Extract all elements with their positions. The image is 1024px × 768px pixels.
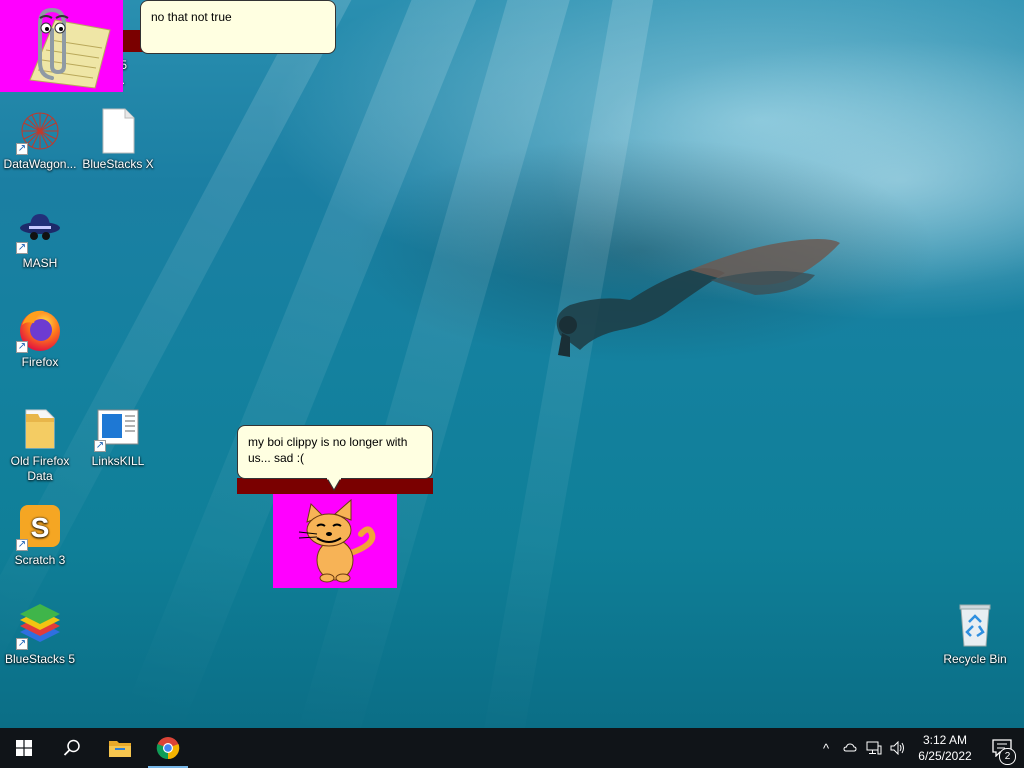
- cat-agent[interactable]: [273, 494, 397, 588]
- desktop-icon-firefox[interactable]: ↗ Firefox: [0, 305, 80, 370]
- diver-silhouette: [556, 239, 840, 357]
- network-icon: [866, 741, 882, 755]
- shortcut-arrow-icon: ↗: [16, 242, 28, 254]
- clock-time: 3:12 AM: [922, 733, 968, 747]
- cat-speech-bubble: my boi clippy is no longer with us... sa…: [237, 425, 433, 479]
- cat-bubble-tail: [326, 478, 342, 491]
- chevron-up-icon: ^: [822, 740, 830, 756]
- system-tray: ^ 3:12 AM 6/25/2022 2: [814, 728, 1024, 768]
- desktop-icon-label: LinksKILL: [91, 454, 145, 468]
- desktop-icon-label: DataWagon...: [3, 157, 77, 171]
- desktop-icon-label: MASH: [22, 256, 58, 270]
- clock-date: 6/25/2022: [918, 749, 972, 763]
- taskbar-chrome[interactable]: [144, 728, 192, 768]
- volume-button[interactable]: [886, 728, 910, 768]
- cloud-icon: [843, 743, 857, 752]
- network-button[interactable]: [862, 728, 886, 768]
- desktop-icon-bluestacks-x[interactable]: BlueStacks X: [78, 107, 158, 172]
- tray-overflow-button[interactable]: ^: [814, 728, 838, 768]
- clippy-speech-bubble: no that not true: [140, 0, 336, 54]
- scratch-icon: S ↗: [16, 503, 64, 551]
- bluestacks-icon: ↗: [16, 602, 64, 650]
- shortcut-arrow-icon: ↗: [16, 539, 28, 551]
- desktop-icon-recycle-bin[interactable]: Recycle Bin: [935, 602, 1015, 667]
- notification-count-badge: 2: [999, 748, 1016, 765]
- desktop-icon-label: BlueStacks X: [82, 157, 154, 171]
- clippy-speech-text: no that not true: [151, 10, 232, 24]
- shortcut-arrow-icon: ↗: [16, 341, 28, 353]
- desktop-icon-label: Recycle Bin: [943, 652, 1007, 666]
- file-explorer-icon: [109, 741, 131, 757]
- desktop[interactable]: cks 5 sta... no that not true: [0, 0, 1024, 728]
- tray-app-button[interactable]: [838, 728, 862, 768]
- taskbar-file-explorer[interactable]: [96, 728, 144, 768]
- desktop-icon-label: Scratch 3: [14, 553, 66, 567]
- desktop-icon-datawagon[interactable]: ↗ DataWagon...: [0, 107, 80, 172]
- chrome-icon: [156, 737, 180, 760]
- start-button[interactable]: [0, 728, 48, 768]
- clippy-agent[interactable]: [0, 0, 123, 92]
- clippy-icon: [29, 7, 111, 89]
- cat-speech-text: my boi clippy is no longer with us... sa…: [248, 435, 408, 465]
- desktop-icon-scratch-3[interactable]: S ↗ Scratch 3: [0, 503, 80, 568]
- volume-icon: [890, 741, 904, 755]
- mash-icon: ↗: [16, 206, 64, 254]
- shortcut-arrow-icon: ↗: [94, 440, 106, 452]
- recycle-bin-icon: [951, 602, 999, 650]
- shortcut-arrow-icon: ↗: [16, 638, 28, 650]
- firefox-icon: ↗: [16, 305, 64, 353]
- shortcut-arrow-icon: ↗: [16, 143, 28, 155]
- search-icon: [63, 739, 80, 756]
- linkskill-icon: ↗: [94, 404, 142, 452]
- svg-text:S: S: [31, 512, 50, 543]
- desktop-icon-label: BlueStacks 5: [4, 652, 76, 666]
- taskbar-clock[interactable]: 3:12 AM 6/25/2022: [910, 732, 980, 764]
- file-icon: [94, 107, 142, 155]
- cat-icon: [298, 498, 376, 583]
- desktop-icon-old-firefox-data[interactable]: Old Firefox Data: [0, 404, 80, 484]
- desktop-icon-bluestacks-5[interactable]: ↗ BlueStacks 5: [0, 602, 80, 667]
- desktop-icon-label: Old Firefox Data: [10, 454, 70, 483]
- folder-icon: [16, 404, 64, 452]
- search-button[interactable]: [48, 728, 96, 768]
- desktop-icon-linkskill[interactable]: ↗ LinksKILL: [78, 404, 158, 469]
- desktop-icon-label: Firefox: [21, 355, 59, 369]
- taskbar: ^ 3:12 AM 6/25/2022 2: [0, 728, 1024, 768]
- desktop-icon-mash[interactable]: ↗ MASH: [0, 206, 80, 271]
- windows-logo-icon: [16, 740, 32, 756]
- action-center-button[interactable]: 2: [980, 728, 1024, 768]
- datawagon-icon: ↗: [16, 107, 64, 155]
